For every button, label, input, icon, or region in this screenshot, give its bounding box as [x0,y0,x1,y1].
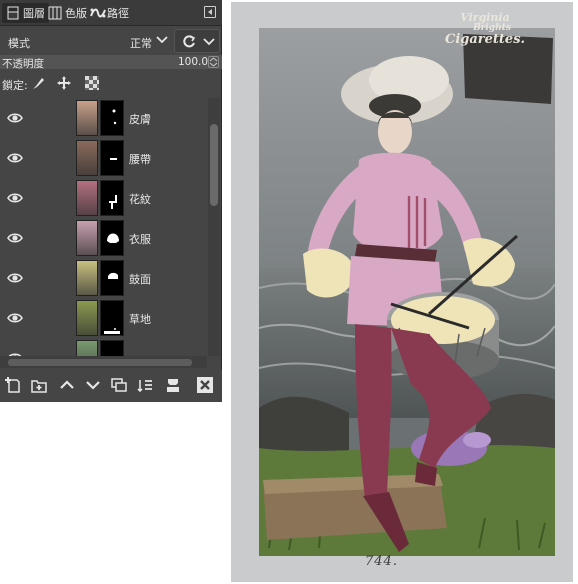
eye-icon[interactable] [7,310,23,326]
spin-arrows-icon [209,57,218,67]
layer-row[interactable]: 花紋 [0,178,207,218]
layer-mask-thumbnail [100,180,124,216]
layer-thumbnail [76,140,98,176]
card-number-caption: 744. [365,554,398,569]
merge-layer-icon [167,379,179,392]
tab-paths[interactable]: 路徑 [86,3,133,23]
layer-name[interactable]: 皮膚 [129,111,151,127]
layer-name[interactable]: 花紋 [129,191,151,207]
eye-icon[interactable] [7,150,23,166]
layer-mask-thumbnail [100,300,124,336]
opacity-label: 不透明度 [2,58,44,70]
eye-icon[interactable] [7,190,23,206]
eye-icon[interactable] [7,110,23,126]
layer-thumbnail [76,260,98,296]
layer-mask-thumbnail [100,100,124,136]
layer-thumbnail [76,100,98,136]
duplicate-layer-button[interactable] [108,374,130,396]
layer-name[interactable]: 腰帶 [129,151,151,167]
tab-channels-label: 色版 [65,7,87,20]
paths-icon [90,6,106,20]
delete-layer-button[interactable] [194,374,216,396]
layer-row[interactable]: 衣服 [0,218,207,258]
anchor-layer-button[interactable] [134,374,156,396]
lock-pixels-icon[interactable] [30,75,46,91]
layers-bottom-toolbar [0,370,222,402]
layer-list[interactable]: 皮膚 腰帶 花紋 衣服 鼓面 草地 [0,98,207,356]
eye-icon[interactable] [7,270,23,286]
lock-position-icon[interactable] [56,75,72,91]
layer-list-vertical-scrollbar[interactable] [208,98,220,356]
ad-brand-line1: Virginia [460,11,510,24]
new-layer-group-icon [31,380,47,393]
layers-dock-panel: 圖層 色版 路徑 模式 正常 不透明度 100.0 鎖定: 皮膚 腰帶 花紋 衣… [0,0,222,402]
chevron-down-icon[interactable] [156,36,168,44]
layer-mask-thumbnail [100,140,124,176]
lock-row: 鎖定: [0,71,222,95]
lock-label: 鎖定: [2,79,28,92]
tab-layers[interactable]: 圖層 [2,3,49,23]
raise-layer-button[interactable] [56,374,78,396]
mode-select[interactable]: 正常 [130,35,152,51]
mode-reset-button[interactable] [174,29,220,53]
eye-icon[interactable] [7,230,23,246]
new-layer-icon [5,377,20,393]
opacity-value[interactable]: 100.0 [178,56,208,68]
new-layer-button[interactable] [2,374,24,396]
tab-channels[interactable]: 色版 [44,3,91,23]
layer-name[interactable]: 衣服 [129,231,151,247]
merge-layer-button[interactable] [162,374,184,396]
mode-label: 模式 [8,37,30,50]
panel-menu-button[interactable] [204,6,216,18]
layer-mask-thumbnail [100,340,124,356]
layer-row[interactable]: 腰帶 [0,138,207,178]
layer-name[interactable]: 草地 [129,311,151,327]
channels-icon [48,6,62,20]
dock-tab-bar: 圖層 色版 路徑 [0,0,222,26]
opacity-spin-button[interactable] [208,56,219,68]
layer-thumbnail [76,300,98,336]
duplicate-layer-icon [111,378,127,392]
layer-thumbnail [76,340,98,356]
tab-paths-label: 路徑 [107,7,129,20]
rotate-icon [183,35,196,48]
tab-layers-label: 圖層 [23,7,45,20]
layer-mask-thumbnail [100,260,124,296]
layer-mask-thumbnail [100,220,124,256]
photo-artwork [259,28,555,556]
raise-layer-icon [60,380,74,389]
anchor-layer-icon [137,380,152,393]
opacity-slider[interactable]: 不透明度 100.0 [0,55,222,70]
layer-row[interactable]: 皮膚 [0,98,207,138]
delete-layer-icon [197,377,213,393]
image-canvas[interactable]: Virginia Brights Cigarettes. 744. [231,2,573,582]
layer-row[interactable]: 鼓面 [0,258,207,298]
lower-layer-button[interactable] [82,374,104,396]
layer-row[interactable] [0,338,207,356]
lower-layer-icon [86,381,100,390]
layer-thumbnail [76,180,98,216]
layer-row[interactable]: 草地 [0,298,207,338]
scrollbar-thumb[interactable] [210,124,218,206]
new-layer-group-button[interactable] [28,374,50,396]
colorized-photo [259,28,555,556]
scrollbar-thumb[interactable] [8,359,192,366]
layers-icon [6,6,20,20]
layer-list-horizontal-scrollbar[interactable] [0,356,207,368]
chevron-down-icon [203,38,215,46]
layer-name[interactable]: 鼓面 [129,271,151,287]
layer-thumbnail [76,220,98,256]
lock-alpha-icon[interactable] [84,75,100,91]
cigarette-ad-sign: Virginia Brights Cigarettes. [445,12,525,47]
ad-brand-line3: Cigarettes. [445,31,526,47]
